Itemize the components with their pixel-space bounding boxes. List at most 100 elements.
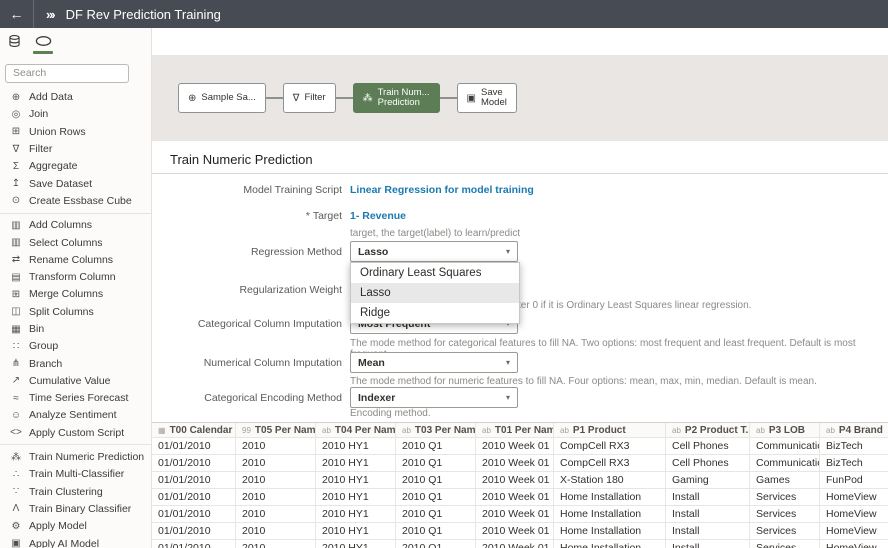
table-cell: 2010 Week 01 [476, 438, 554, 454]
cumulative-value-icon: ↗ [9, 375, 23, 386]
sidebar-item-label: Group [29, 340, 58, 352]
branch-icon: ⋔ [9, 358, 23, 369]
sidebar-item-group[interactable]: ∷Group [0, 338, 151, 355]
regression-method-select[interactable]: Lasso ▾ [350, 241, 518, 262]
table-cell: Install [666, 540, 750, 548]
sample-icon: ⊕ [188, 93, 196, 104]
table-cell: BizTech [820, 455, 888, 471]
tab-steps[interactable] [33, 34, 53, 54]
table-cell: Services [750, 506, 820, 522]
table-cell: Home Installation [554, 523, 666, 539]
sidebar-item-label: Apply AI Model [29, 538, 99, 548]
sidebar-item-apply-ai-model[interactable]: ▣Apply AI Model [0, 535, 151, 548]
column-header-p2-product-t[interactable]: abP2 Product T... [666, 423, 750, 437]
sidebar-item-analyze-sentiment[interactable]: ☺Analyze Sentiment [0, 407, 151, 424]
tab-data-elements[interactable] [8, 34, 21, 48]
workflow-step-save-model[interactable]: ▣Save Model [457, 83, 517, 113]
essbase-cube-icon: ⊙ [9, 195, 23, 206]
main-area: ⊕Sample Sa... ∇Filter ⁂Train Num... Predic… [152, 28, 888, 548]
field-label-numerical-column-imputation: Numerical Column Imputation [152, 357, 342, 369]
column-header-p4-brand[interactable]: abP4 Brand [820, 423, 888, 437]
column-header-label: P3 LOB [769, 425, 805, 436]
table-cell: 2010 Q1 [396, 506, 476, 522]
numerical-column-imputation-select[interactable]: Mean ▾ [350, 352, 518, 373]
sidebar-item-merge-columns[interactable]: ⊞Merge Columns [0, 286, 151, 303]
sidebar-item-save-dataset[interactable]: ↥Save Dataset [0, 175, 151, 192]
sidebar-item-train-numeric-prediction[interactable]: ⁂Train Numeric Prediction [0, 448, 151, 465]
model-training-script-link[interactable]: Linear Regression for model training [350, 184, 534, 196]
table-cell: HomeView [820, 489, 888, 505]
sidebar-item-split-columns[interactable]: ◫Split Columns [0, 303, 151, 320]
sidebar-item-train-clustering[interactable]: ∵Train Clustering [0, 483, 151, 500]
step-node-icon [35, 34, 52, 48]
train-clustering-icon: ∵ [9, 486, 23, 497]
sidebar-item-branch[interactable]: ⋔Branch [0, 355, 151, 372]
dropdown-option-ordinary-least-squares[interactable]: Ordinary Least Squares [351, 263, 519, 283]
field-label-regression-method: Regression Method [152, 246, 342, 258]
column-header-label: P2 Product T... [685, 425, 750, 436]
table-cell: 2010 Week 01 [476, 523, 554, 539]
table-cell: HomeView [820, 506, 888, 522]
column-header-p1-product[interactable]: abP1 Product [554, 423, 666, 437]
sidebar-item-cumulative-value[interactable]: ↗Cumulative Value [0, 372, 151, 389]
sidebar-item-apply-custom-script[interactable]: <>Apply Custom Script [0, 424, 151, 441]
table-cell: 2010 Week 01 [476, 472, 554, 488]
sidebar-item-label: Train Binary Classifier [29, 503, 131, 515]
time-series-forecast-icon: ≈ [9, 393, 23, 404]
workflow-step-sample-sa[interactable]: ⊕Sample Sa... [178, 83, 266, 113]
table-row: 01/01/201020102010 HY12010 Q12010 Week 0… [152, 438, 888, 455]
sidebar-item-label: Union Rows [29, 126, 86, 138]
sidebar-item-apply-model[interactable]: ⚙Apply Model [0, 518, 151, 535]
table-cell: 2010 Q1 [396, 540, 476, 548]
database-icon [8, 34, 21, 48]
step-label: Train Num... Prediction [378, 88, 430, 109]
target-link[interactable]: 1- Revenue [350, 210, 406, 222]
table-cell: 2010 Q1 [396, 472, 476, 488]
sidebar-item-aggregate[interactable]: ΣAggregate [0, 158, 151, 175]
table-cell: HomeView [820, 523, 888, 539]
table-cell: CompCell RX3 [554, 455, 666, 471]
sidebar-item-transform-column[interactable]: ▤Transform Column [0, 268, 151, 285]
sidebar-item-create-essbase-cube[interactable]: ⊙Create Essbase Cube [0, 192, 151, 209]
sidebar-item-rename-columns[interactable]: ⇄Rename Columns [0, 251, 151, 268]
table-cell: Communication [750, 455, 820, 471]
column-header-t04-per-nam[interactable]: ab T04 Per Nam... [316, 423, 396, 437]
chevron-down-icon: ▾ [506, 247, 510, 256]
column-header-label: T04 Per Nam... [335, 425, 396, 436]
dropdown-option-lasso[interactable]: Lasso [351, 283, 519, 303]
aggregate-icon: Σ [9, 161, 23, 172]
column-header-p3-lob[interactable]: abP3 LOB [750, 423, 820, 437]
sidebar-item-add-data[interactable]: ⊕Add Data [0, 89, 151, 106]
table-cell: 01/01/2010 [152, 455, 236, 471]
sidebar-item-union-rows[interactable]: ⊞Union Rows [0, 123, 151, 140]
column-header-t01-per-nam[interactable]: abT01 Per Nam... [476, 423, 554, 437]
workflow-step-filter[interactable]: ∇Filter [283, 83, 336, 113]
transform-column-icon: ▤ [9, 272, 23, 283]
column-header-label: P4 Brand [839, 425, 883, 436]
table-cell: Services [750, 489, 820, 505]
sidebar-item-train-multi-classifier[interactable]: ∴Train Multi-Classifier [0, 466, 151, 483]
column-header-t03-per-nam[interactable]: abT03 Per Nam... [396, 423, 476, 437]
sidebar-item-bin[interactable]: ▦Bin [0, 320, 151, 337]
sidebar-item-filter[interactable]: ∇Filter [0, 140, 151, 157]
target-helper: target, the target(label) to learn/predi… [350, 228, 520, 239]
search-input[interactable] [5, 64, 129, 83]
dropdown-option-ridge[interactable]: Ridge [351, 303, 519, 323]
table-row: 01/01/201020102010 HY12010 Q12010 Week 0… [152, 455, 888, 472]
back-button[interactable]: ← [0, 0, 34, 28]
text-type-icon: ab [322, 426, 331, 435]
sidebar-item-select-columns[interactable]: ▥Select Columns [0, 234, 151, 251]
sidebar-item-train-binary-classifier[interactable]: ΛTrain Binary Classifier [0, 500, 151, 517]
categorical-encoding-method-select[interactable]: Indexer ▾ [350, 387, 518, 408]
workflow-step-train-num-prediction[interactable]: ⁂Train Num... Prediction [353, 83, 440, 113]
column-header-t05-per-nam[interactable]: 99T05 Per Nam... [236, 423, 316, 437]
merge-columns-icon: ⊞ [9, 289, 23, 300]
sidebar-item-join[interactable]: ◎Join [0, 106, 151, 123]
sidebar-divider [0, 213, 151, 214]
rename-columns-icon: ⇄ [9, 254, 23, 265]
sidebar-item-time-series-forecast[interactable]: ≈Time Series Forecast [0, 390, 151, 407]
column-header-t00-calendar[interactable]: ▦T00 Calendar ... [152, 423, 236, 437]
sidebar-item-add-columns[interactable]: ▥Add Columns [0, 217, 151, 234]
table-header-row: ▦T00 Calendar ...99T05 Per Nam... ab T04 P… [152, 423, 888, 438]
column-header-label: T05 Per Nam... [255, 425, 316, 436]
